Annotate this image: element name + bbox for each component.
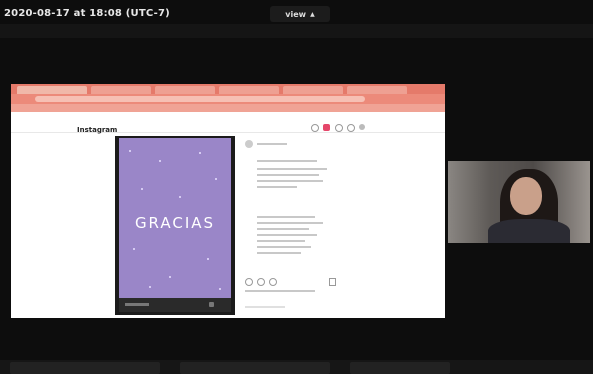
meeting-top-strip — [0, 24, 593, 38]
instagram-logo[interactable]: Instagram — [77, 126, 117, 134]
participant-thumbnail[interactable] — [350, 362, 450, 374]
share-icon[interactable] — [269, 278, 277, 286]
like-icon[interactable] — [245, 278, 253, 286]
participant-thumbnail[interactable] — [180, 362, 330, 374]
browser-tab[interactable] — [347, 86, 407, 94]
heart-icon[interactable] — [323, 124, 330, 131]
participant-video — [448, 161, 590, 243]
view-options-button[interactable]: view ▲ — [270, 6, 330, 22]
compass-icon[interactable] — [335, 124, 343, 132]
home-icon[interactable] — [311, 124, 319, 132]
bookmark-icon[interactable] — [329, 278, 336, 286]
browser-tab[interactable] — [219, 86, 279, 94]
browser-tab-strip — [11, 84, 445, 94]
url-field[interactable] — [35, 96, 365, 102]
browser-tab[interactable] — [283, 86, 343, 94]
browser-tab[interactable] — [155, 86, 215, 94]
story-controls[interactable] — [119, 298, 231, 312]
bookmarks-bar — [11, 104, 445, 112]
story-caption: GRACIAS — [134, 214, 216, 232]
activity-icon[interactable] — [347, 124, 355, 132]
browser-tab[interactable] — [91, 86, 151, 94]
comment-icon[interactable] — [257, 278, 265, 286]
avatar[interactable] — [359, 124, 365, 130]
browser-address-bar — [11, 94, 445, 104]
participant-thumbnail[interactable] — [10, 362, 160, 374]
story-viewer: GRACIAS — [115, 136, 235, 315]
story-image: GRACIAS — [119, 138, 231, 298]
view-options-label: view — [285, 9, 307, 19]
browser-tab[interactable] — [17, 86, 87, 94]
avatar — [245, 140, 253, 148]
caret-up-icon: ▲ — [310, 10, 315, 18]
participant-face — [510, 177, 542, 215]
recording-timestamp: 2020-08-17 at 18:08 (UTC-7) — [4, 8, 170, 19]
volume-icon[interactable] — [209, 302, 214, 307]
comments-panel — [239, 136, 339, 315]
shared-screen: Instagram GRACIAS — [11, 84, 445, 318]
